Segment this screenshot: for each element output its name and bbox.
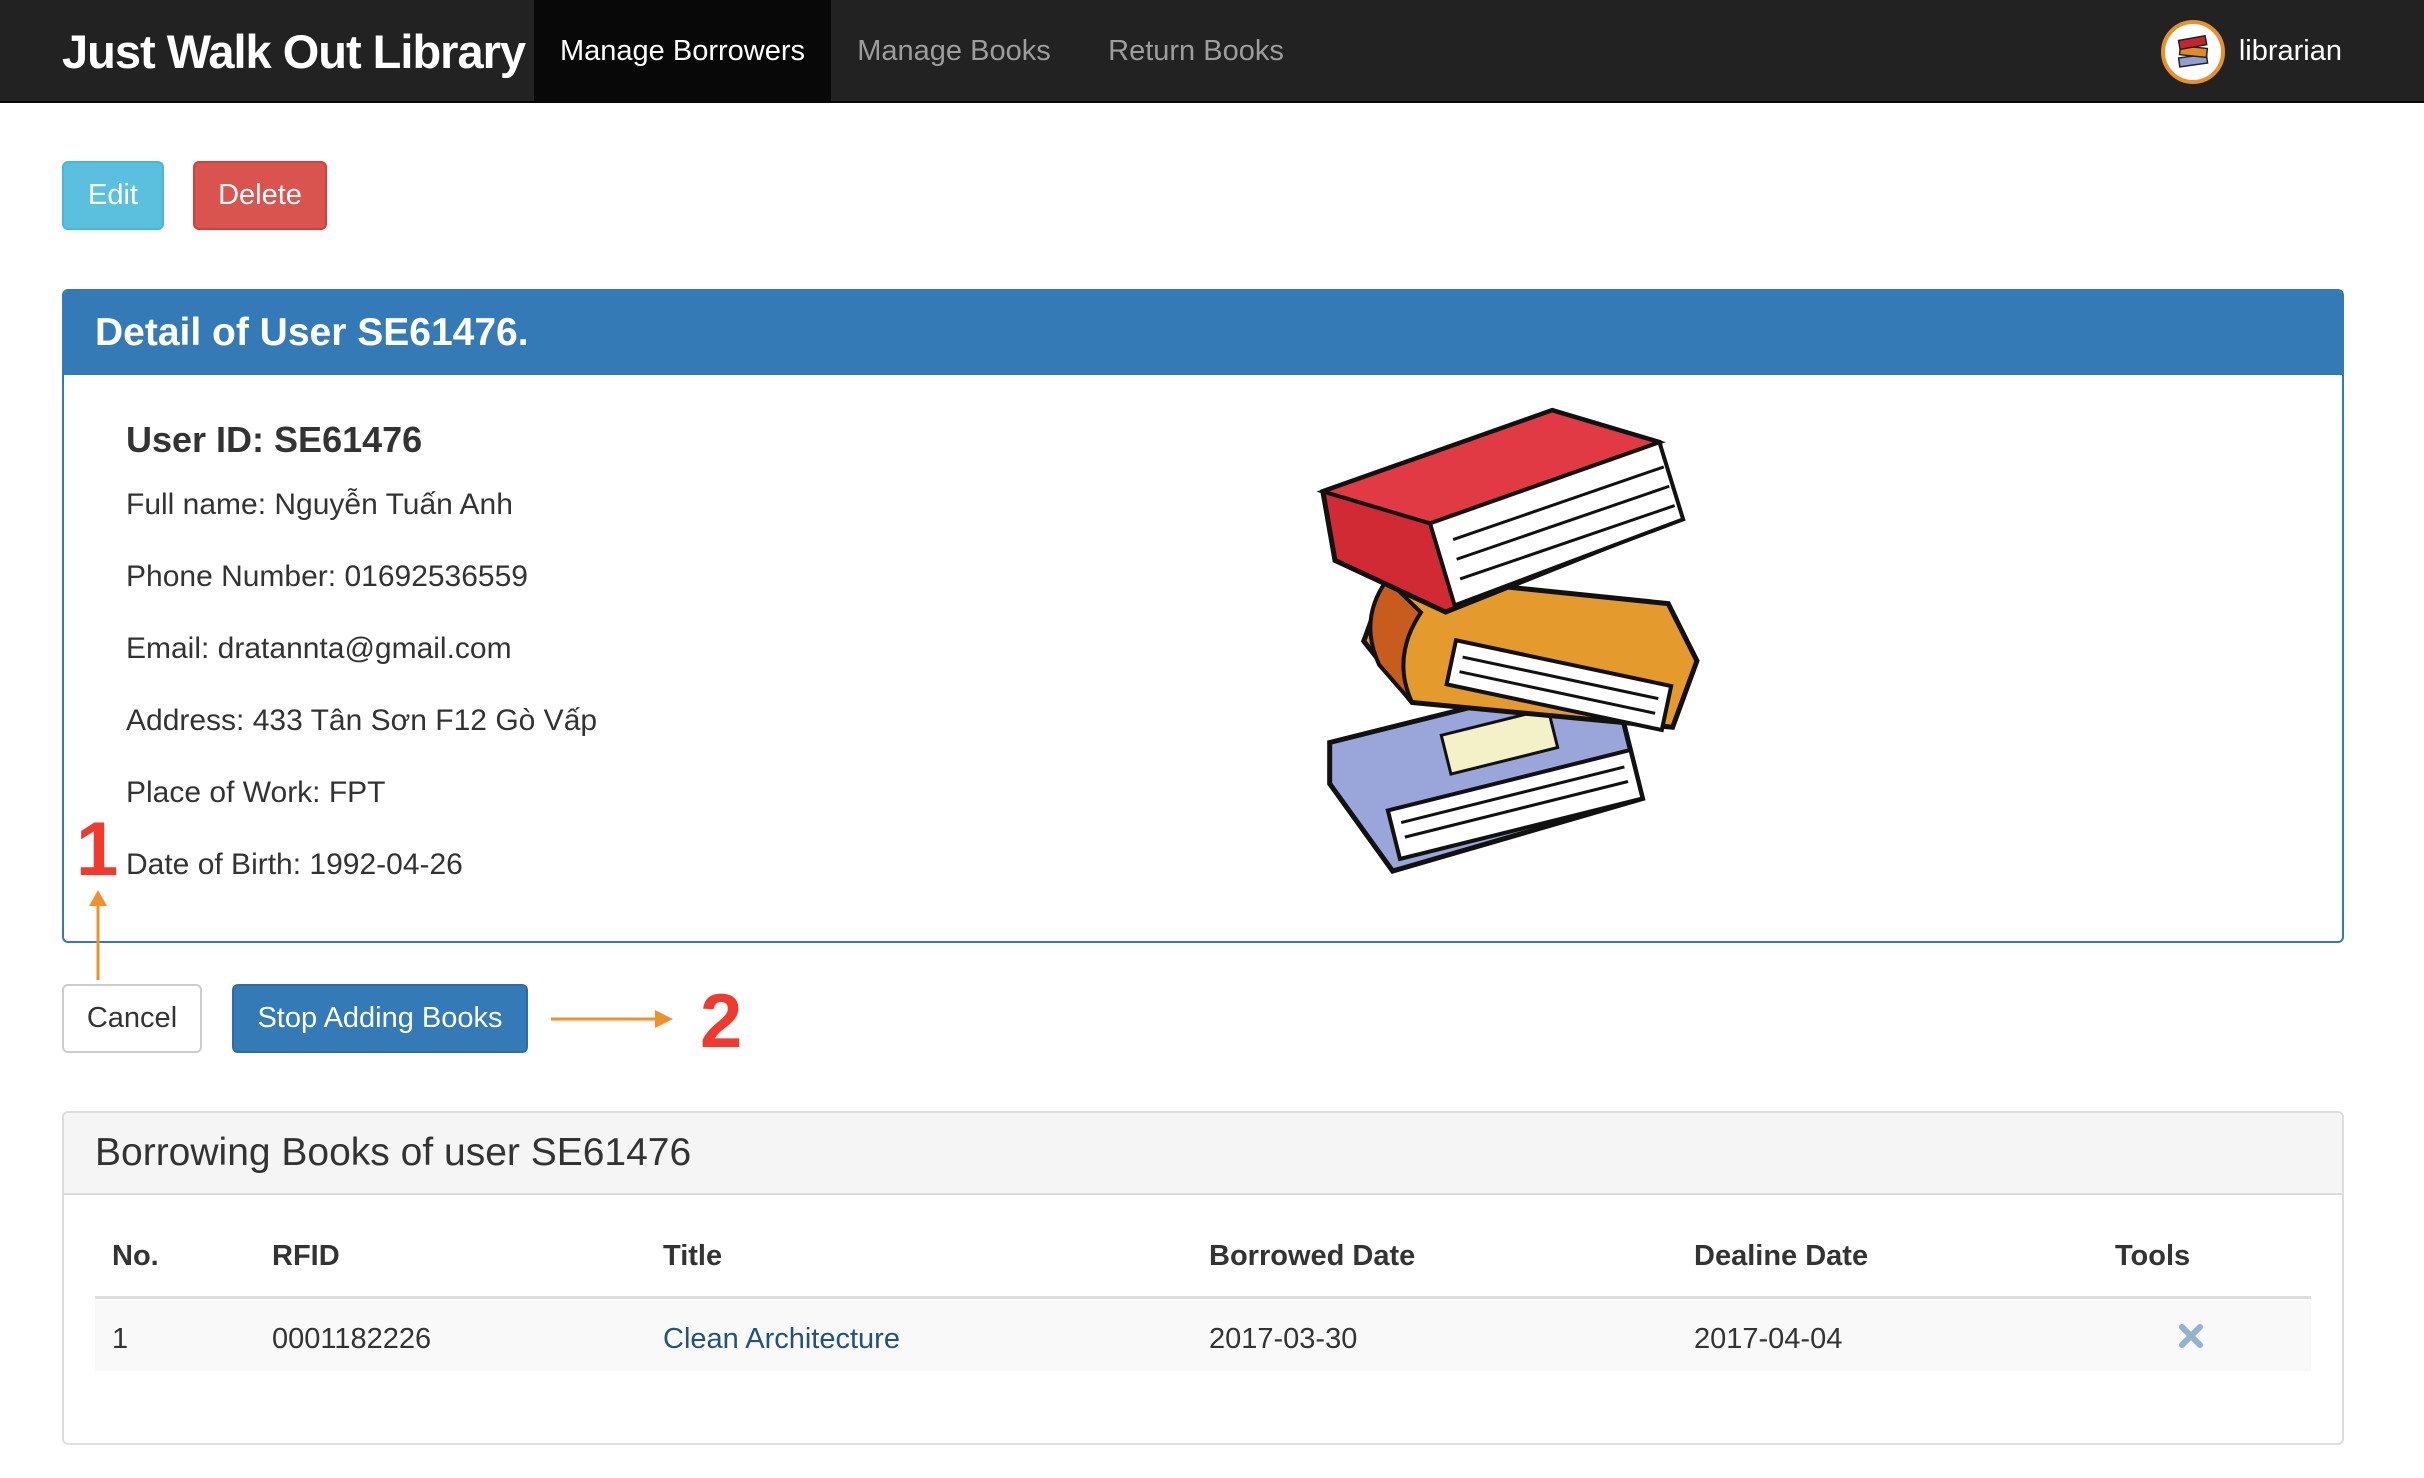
remove-icon[interactable] bbox=[2178, 1323, 2204, 1349]
book-title-link[interactable]: Clean Architecture bbox=[663, 1323, 900, 1356]
user-detail-panel: Detail of User SE61476. User ID: SE61476… bbox=[62, 289, 2344, 943]
cell-deadline-date: 2017-04-04 bbox=[1694, 1323, 1843, 1355]
edit-button[interactable]: Edit bbox=[62, 161, 164, 230]
annotation-number-one: 1 bbox=[76, 807, 119, 892]
annotation-arrow-right bbox=[551, 1010, 673, 1028]
username-label: librarian bbox=[2238, 35, 2342, 67]
cell-no: 1 bbox=[112, 1323, 129, 1355]
phone-text: Phone Number: 01692536559 bbox=[126, 560, 528, 593]
nav-manage-borrowers[interactable]: Manage Borrowers bbox=[534, 0, 831, 103]
cell-rfid: 0001182226 bbox=[272, 1323, 432, 1355]
nav-return-books[interactable]: Return Books bbox=[1077, 0, 1315, 103]
cell-borrowed-date: 2017-03-30 bbox=[1209, 1323, 1358, 1355]
full-name-text: Full name: Nguyễn Tuấn Anh bbox=[126, 488, 513, 521]
cancel-button[interactable]: Cancel bbox=[62, 984, 202, 1053]
stop-adding-books-button[interactable]: Stop Adding Books bbox=[232, 984, 528, 1053]
col-header-borrowed-date: Borrowed Date bbox=[1209, 1240, 1416, 1272]
birth-date-text: Date of Birth: 1992-04-26 bbox=[126, 848, 463, 881]
borrowing-books-panel: Borrowing Books of user SE61476 No. RFID… bbox=[62, 1111, 2344, 1445]
col-header-no: No. bbox=[112, 1240, 159, 1272]
col-header-title: Title bbox=[663, 1240, 723, 1272]
brand-logo[interactable]: Just Walk Out Library bbox=[62, 0, 526, 103]
books-stack-icon bbox=[2160, 19, 2225, 84]
address-text: Address: 433 Tân Sơn F12 Gò Vấp bbox=[126, 704, 598, 737]
books-stack-illustration bbox=[1316, 407, 1700, 874]
col-header-rfid: RFID bbox=[272, 1240, 340, 1272]
panel-title: Detail of User SE61476. bbox=[64, 291, 2342, 375]
borrowing-panel-title: Borrowing Books of user SE61476 bbox=[64, 1113, 2342, 1195]
annotation-arrow-up bbox=[89, 890, 107, 980]
col-header-deadline-date: Dealine Date bbox=[1694, 1240, 1869, 1272]
col-header-tools: Tools bbox=[2115, 1240, 2191, 1272]
email-text: Email: dratannta@gmail.com bbox=[126, 632, 512, 665]
top-navbar: Just Walk Out Library Manage Borrowers M… bbox=[0, 0, 2424, 103]
nav-manage-books[interactable]: Manage Books bbox=[831, 0, 1077, 103]
delete-button[interactable]: Delete bbox=[193, 161, 327, 230]
annotation-number-two: 2 bbox=[700, 979, 743, 1064]
user-id-heading: User ID: SE61476 bbox=[126, 419, 423, 460]
table-header-divider bbox=[95, 1296, 2311, 1299]
workplace-text: Place of Work: FPT bbox=[126, 776, 386, 809]
user-menu[interactable]: librarian bbox=[2160, 0, 2342, 103]
